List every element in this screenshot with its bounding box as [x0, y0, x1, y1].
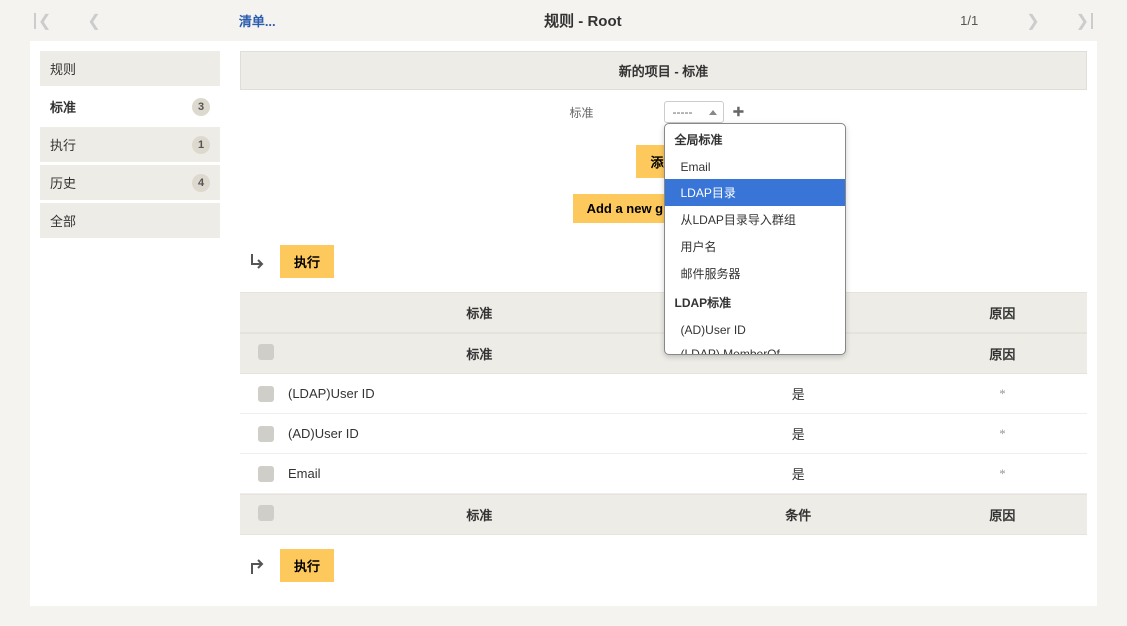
cell-condition: 是 — [671, 384, 926, 403]
checkbox-all-bottom[interactable] — [258, 505, 274, 521]
row-checkbox[interactable] — [258, 386, 274, 402]
col-reason: 原因 — [926, 505, 1079, 524]
col-criteria: 标准 — [284, 303, 671, 322]
row-checkbox[interactable] — [258, 426, 274, 442]
table-footer: 标准 条件 原因 — [240, 494, 1087, 535]
sidebar-count-badge: 1 — [192, 136, 210, 154]
sidebar-tab-criteria[interactable]: 标准 3 — [40, 89, 220, 124]
col-condition: 条件 — [671, 505, 926, 524]
sidebar: 规则 标准 3 执行 1 历史 4 全部 — [30, 41, 230, 606]
table-row: Email 是 * — [240, 454, 1087, 494]
page-title: 规则 - Root — [236, 10, 930, 31]
criteria-label: 标准 — [240, 104, 664, 121]
sidebar-tab-all[interactable]: 全部 — [40, 203, 220, 238]
form-header: 新的项目 - 标准 — [240, 51, 1087, 90]
execute-button[interactable]: 执行 — [280, 245, 334, 278]
cell-criteria: Email — [284, 466, 671, 481]
arrow-up-right-icon — [246, 556, 270, 576]
sidebar-tab-history[interactable]: 历史 4 — [40, 165, 220, 200]
dropdown-item-ldap-import[interactable]: 从LDAP目录导入群组 — [665, 206, 845, 233]
dropdown-item-username[interactable]: 用户名 — [665, 233, 845, 260]
dropdown-group-ldap: LDAP标准 — [665, 287, 845, 318]
sidebar-count-badge: 3 — [192, 98, 210, 116]
checkbox-all[interactable] — [258, 344, 274, 360]
dropdown-item-ldap-memberof[interactable]: (LDAP) MemberOf — [665, 342, 845, 354]
dropdown-item-mailserver[interactable]: 邮件服务器 — [665, 260, 845, 287]
sidebar-label: 标准 — [50, 97, 76, 116]
execute-row-bottom: 执行 — [240, 535, 1087, 596]
sidebar-label: 全部 — [50, 211, 76, 230]
dropdown-item-ldap-dir[interactable]: LDAP目录 — [665, 179, 845, 206]
cell-reason: * — [926, 426, 1079, 442]
row-checkbox[interactable] — [258, 466, 274, 482]
col-reason: 原因 — [926, 344, 1079, 363]
col-reason: 原因 — [926, 303, 1079, 322]
sidebar-label: 规则 — [50, 59, 76, 78]
sidebar-count-badge: 4 — [192, 174, 210, 192]
nav-last-icon[interactable]: ❯ — [1058, 11, 1107, 31]
cell-criteria: (AD)User ID — [284, 426, 671, 441]
criteria-select[interactable]: ----- — [664, 101, 724, 123]
sidebar-label: 历史 — [50, 173, 76, 192]
cell-reason: * — [926, 466, 1079, 482]
criteria-dropdown: 全局标准 Email LDAP目录 从LDAP目录导入群组 用户名 邮件服务器 … — [664, 123, 846, 355]
nav-prev-icon[interactable]: ❮ — [69, 11, 118, 31]
col-criteria: 标准 — [284, 344, 671, 363]
dropdown-item-ad-userid[interactable]: (AD)User ID — [665, 318, 845, 342]
criteria-field-row: 标准 ----- ➕︎ 全局标准 Email LDAP目录 从LDAP目录导入群… — [240, 93, 1087, 137]
execute-button[interactable]: 执行 — [280, 549, 334, 582]
cell-condition: 是 — [671, 464, 926, 483]
arrow-down-right-icon — [246, 252, 270, 272]
top-navigation: ❮ ❮ 清单... 规则 - Root 1/1 ❯ ❯ — [0, 0, 1127, 41]
table-row: (AD)User ID 是 * — [240, 414, 1087, 454]
cell-criteria: (LDAP)User ID — [284, 386, 671, 401]
dropdown-group-global: 全局标准 — [665, 124, 845, 155]
dropdown-item-email[interactable]: Email — [665, 155, 845, 179]
table-row: (LDAP)User ID 是 * — [240, 374, 1087, 414]
add-icon[interactable]: ➕︎ — [733, 103, 744, 119]
cell-condition: 是 — [671, 424, 926, 443]
sidebar-tab-execute[interactable]: 执行 1 — [40, 127, 220, 162]
col-criteria: 标准 — [284, 505, 671, 524]
cell-reason: * — [926, 386, 1079, 402]
main-content: 新的项目 - 标准 标准 ----- ➕︎ 全局标准 Email LDAP目录 … — [230, 41, 1097, 606]
nav-first-icon[interactable]: ❮ — [20, 11, 69, 31]
page-counter: 1/1 — [930, 13, 1008, 28]
nav-next-icon[interactable]: ❯ — [1008, 11, 1057, 31]
sidebar-label: 执行 — [50, 135, 76, 154]
sidebar-tab-rules[interactable]: 规则 — [40, 51, 220, 86]
